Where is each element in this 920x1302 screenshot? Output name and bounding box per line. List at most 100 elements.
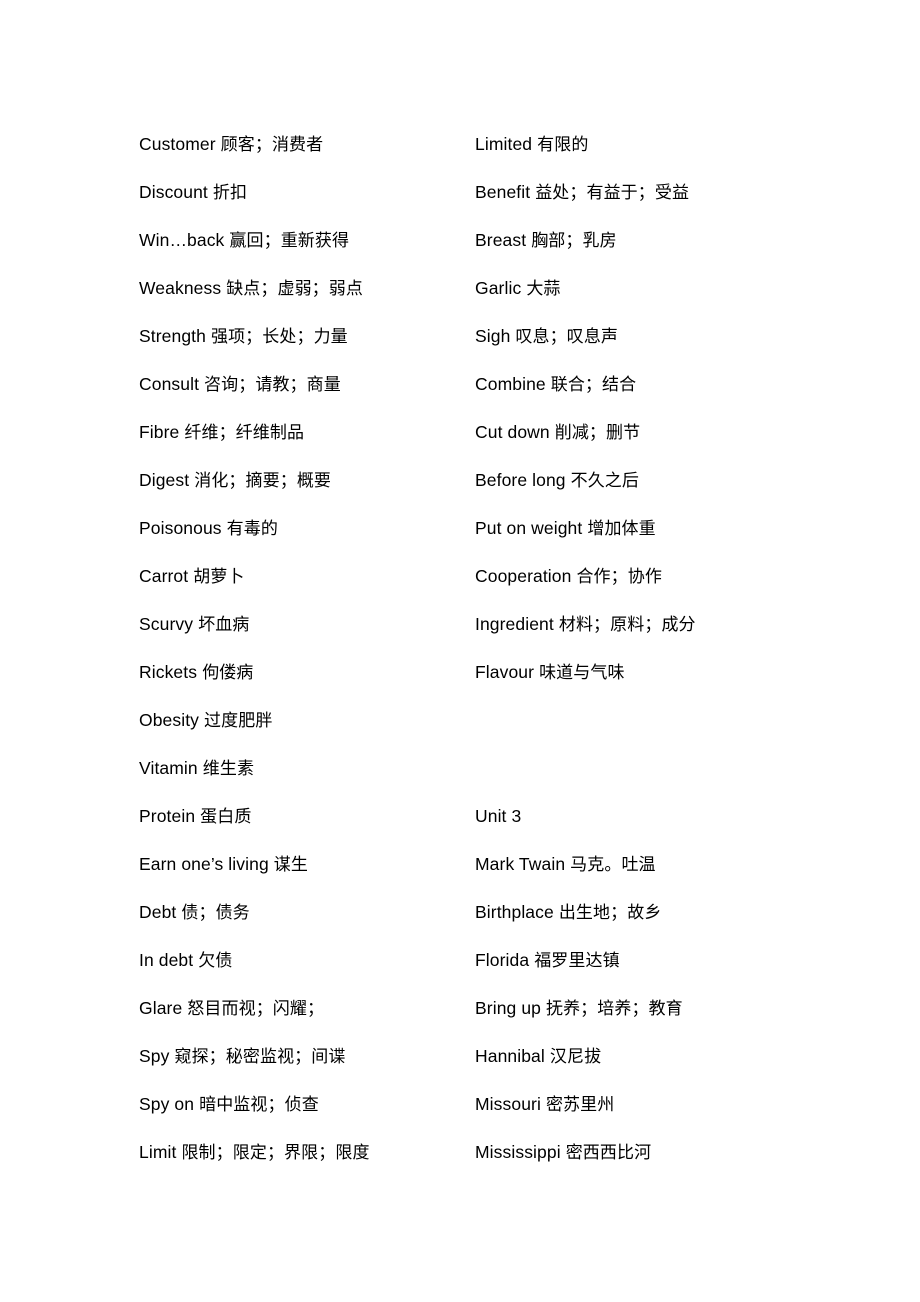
vocabulary-entry: Strength 强项；长处；力量 bbox=[139, 312, 469, 360]
entry-term: Sigh bbox=[475, 326, 511, 346]
spacer-row bbox=[475, 744, 875, 792]
entry-term: Debt bbox=[139, 902, 177, 922]
entry-gloss: 材料；原料；成分 bbox=[558, 615, 696, 635]
entry-gloss: 密西西比河 bbox=[565, 1143, 652, 1163]
vocabulary-entry: Birthplace 出生地；故乡 bbox=[475, 888, 875, 936]
entry-term: Benefit bbox=[475, 182, 531, 202]
vocabulary-entry: Cooperation 合作；协作 bbox=[475, 552, 875, 600]
vocabulary-entry: Consult 咨询；请教；商量 bbox=[139, 360, 469, 408]
entry-gloss: 有毒的 bbox=[226, 519, 278, 539]
entry-term: Strength bbox=[139, 326, 206, 346]
entry-term: Garlic bbox=[475, 278, 522, 298]
entry-term: Spy on bbox=[139, 1094, 195, 1114]
entry-term: Mississippi bbox=[475, 1142, 561, 1162]
entry-term: Hannibal bbox=[475, 1046, 545, 1066]
entry-term: Flavour bbox=[475, 662, 535, 682]
entry-gloss: 密苏里州 bbox=[545, 1095, 615, 1115]
vocabulary-entry: Mark Twain 马克。吐温 bbox=[475, 840, 875, 888]
entry-term: Before long bbox=[475, 470, 566, 490]
vocabulary-entry: Benefit 益处；有益于；受益 bbox=[475, 168, 875, 216]
vocabulary-entry: Cut down 削减；删节 bbox=[475, 408, 875, 456]
vocabulary-entry: Limited 有限的 bbox=[475, 120, 875, 168]
vocabulary-entry: Discount 折扣 bbox=[139, 168, 469, 216]
entry-term: Spy bbox=[139, 1046, 170, 1066]
entry-gloss: 佝偻病 bbox=[202, 663, 254, 683]
vocabulary-entry: Spy 窥探；秘密监视；间谍 bbox=[139, 1032, 469, 1080]
entry-gloss: 叹息；叹息声 bbox=[515, 327, 619, 347]
entry-gloss: 怒目而视；闪耀； bbox=[187, 999, 325, 1019]
entry-gloss: 福罗里达镇 bbox=[534, 951, 620, 971]
entry-term: Combine bbox=[475, 374, 546, 394]
entry-gloss: 益处；有益于；受益 bbox=[535, 183, 690, 203]
vocabulary-entry: Missouri 密苏里州 bbox=[475, 1080, 875, 1128]
entry-term: Birthplace bbox=[475, 902, 554, 922]
entry-gloss: 抚养；培养；教育 bbox=[545, 999, 683, 1019]
vocabulary-entry: Limit 限制；限定；界限；限度 bbox=[139, 1128, 469, 1176]
vocabulary-entry: Combine 联合；结合 bbox=[475, 360, 875, 408]
entry-term: Put on weight bbox=[475, 518, 583, 538]
vocabulary-entry: Fibre 纤维；纤维制品 bbox=[139, 408, 469, 456]
entry-term: Discount bbox=[139, 182, 208, 202]
entry-term: Mark Twain bbox=[475, 854, 566, 874]
entry-gloss: 坏血病 bbox=[198, 615, 250, 635]
entry-term: Consult bbox=[139, 374, 200, 394]
entry-gloss: 折扣 bbox=[212, 183, 248, 203]
entry-term: Rickets bbox=[139, 662, 198, 682]
entry-term: In debt bbox=[139, 950, 194, 970]
entry-gloss: 有限的 bbox=[537, 135, 589, 155]
entry-term: Cooperation bbox=[475, 566, 572, 586]
entry-gloss: 维生素 bbox=[202, 759, 255, 779]
entry-term: Glare bbox=[139, 998, 183, 1018]
entry-gloss: 合作；协作 bbox=[576, 567, 662, 587]
vocabulary-entry: Poisonous 有毒的 bbox=[139, 504, 469, 552]
entry-term: Weakness bbox=[139, 278, 222, 298]
entry-term: Vitamin bbox=[139, 758, 198, 778]
vocabulary-entry: Put on weight 增加体重 bbox=[475, 504, 875, 552]
entry-gloss: 过度肥胖 bbox=[204, 711, 273, 731]
document-page: Customer 顾客；消费者 Discount 折扣 Win…back 赢回；重新获得 W… bbox=[0, 0, 920, 1302]
entry-term: Protein bbox=[139, 806, 196, 826]
entry-term: Ingredient bbox=[475, 614, 554, 634]
entry-gloss: 谋生 bbox=[273, 855, 308, 875]
entry-gloss: 大蒜 bbox=[526, 279, 561, 299]
entry-gloss: 味道与气味 bbox=[539, 663, 625, 683]
entry-gloss: 削减；删节 bbox=[554, 423, 641, 443]
vocabulary-entry: Ingredient 材料；原料；成分 bbox=[475, 600, 875, 648]
vocabulary-entry: Breast 胸部；乳房 bbox=[475, 216, 875, 264]
entry-gloss: 联合；结合 bbox=[550, 375, 637, 395]
entry-gloss: 赢回；重新获得 bbox=[229, 231, 350, 251]
entry-term: Win…back bbox=[139, 230, 225, 250]
vocabulary-entry: Vitamin 维生素 bbox=[139, 744, 469, 792]
entry-term: Obesity bbox=[139, 710, 200, 730]
section-heading: Unit 3 bbox=[475, 792, 875, 840]
vocabulary-entry: Before long 不久之后 bbox=[475, 456, 875, 504]
entry-term: Carrot bbox=[139, 566, 189, 586]
vocabulary-entry: Customer 顾客；消费者 bbox=[139, 120, 469, 168]
entry-term: Digest bbox=[139, 470, 190, 490]
entry-gloss: 缺点；虚弱；弱点 bbox=[226, 279, 363, 299]
vocabulary-entry: Obesity 过度肥胖 bbox=[139, 696, 469, 744]
entry-gloss: 欠债 bbox=[198, 951, 233, 971]
vocabulary-entry: Mississippi 密西西比河 bbox=[475, 1128, 875, 1176]
vocabulary-entry: Garlic 大蒜 bbox=[475, 264, 875, 312]
entry-term: Bring up bbox=[475, 998, 541, 1018]
vocabulary-entry: Earn one’s living 谋生 bbox=[139, 840, 469, 888]
entry-gloss: 胸部；乳房 bbox=[531, 231, 617, 251]
entry-gloss: 出生地；故乡 bbox=[558, 903, 662, 923]
spacer-row bbox=[475, 696, 875, 744]
vocabulary-column-right: Limited 有限的 Benefit 益处；有益于；受益 Breast 胸部；乳房 Gar… bbox=[475, 120, 875, 1176]
section-heading-label: Unit 3 bbox=[475, 806, 522, 826]
vocabulary-entry: Win…back 赢回；重新获得 bbox=[139, 216, 469, 264]
entry-term: Missouri bbox=[475, 1094, 541, 1114]
entry-gloss: 限制；限定；界限；限度 bbox=[181, 1143, 370, 1163]
entry-gloss: 强项；长处；力量 bbox=[210, 327, 348, 347]
entry-gloss: 咨询；请教；商量 bbox=[204, 375, 341, 395]
entry-term: Limit bbox=[139, 1142, 177, 1162]
vocabulary-entry: Scurvy 坏血病 bbox=[139, 600, 469, 648]
entry-term: Fibre bbox=[139, 422, 180, 442]
entry-gloss: 纤维；纤维制品 bbox=[184, 423, 305, 443]
vocabulary-entry: Protein 蛋白质 bbox=[139, 792, 469, 840]
vocabulary-entry: In debt 欠债 bbox=[139, 936, 469, 984]
entry-term: Limited bbox=[475, 134, 533, 154]
entry-term: Customer bbox=[139, 134, 216, 154]
